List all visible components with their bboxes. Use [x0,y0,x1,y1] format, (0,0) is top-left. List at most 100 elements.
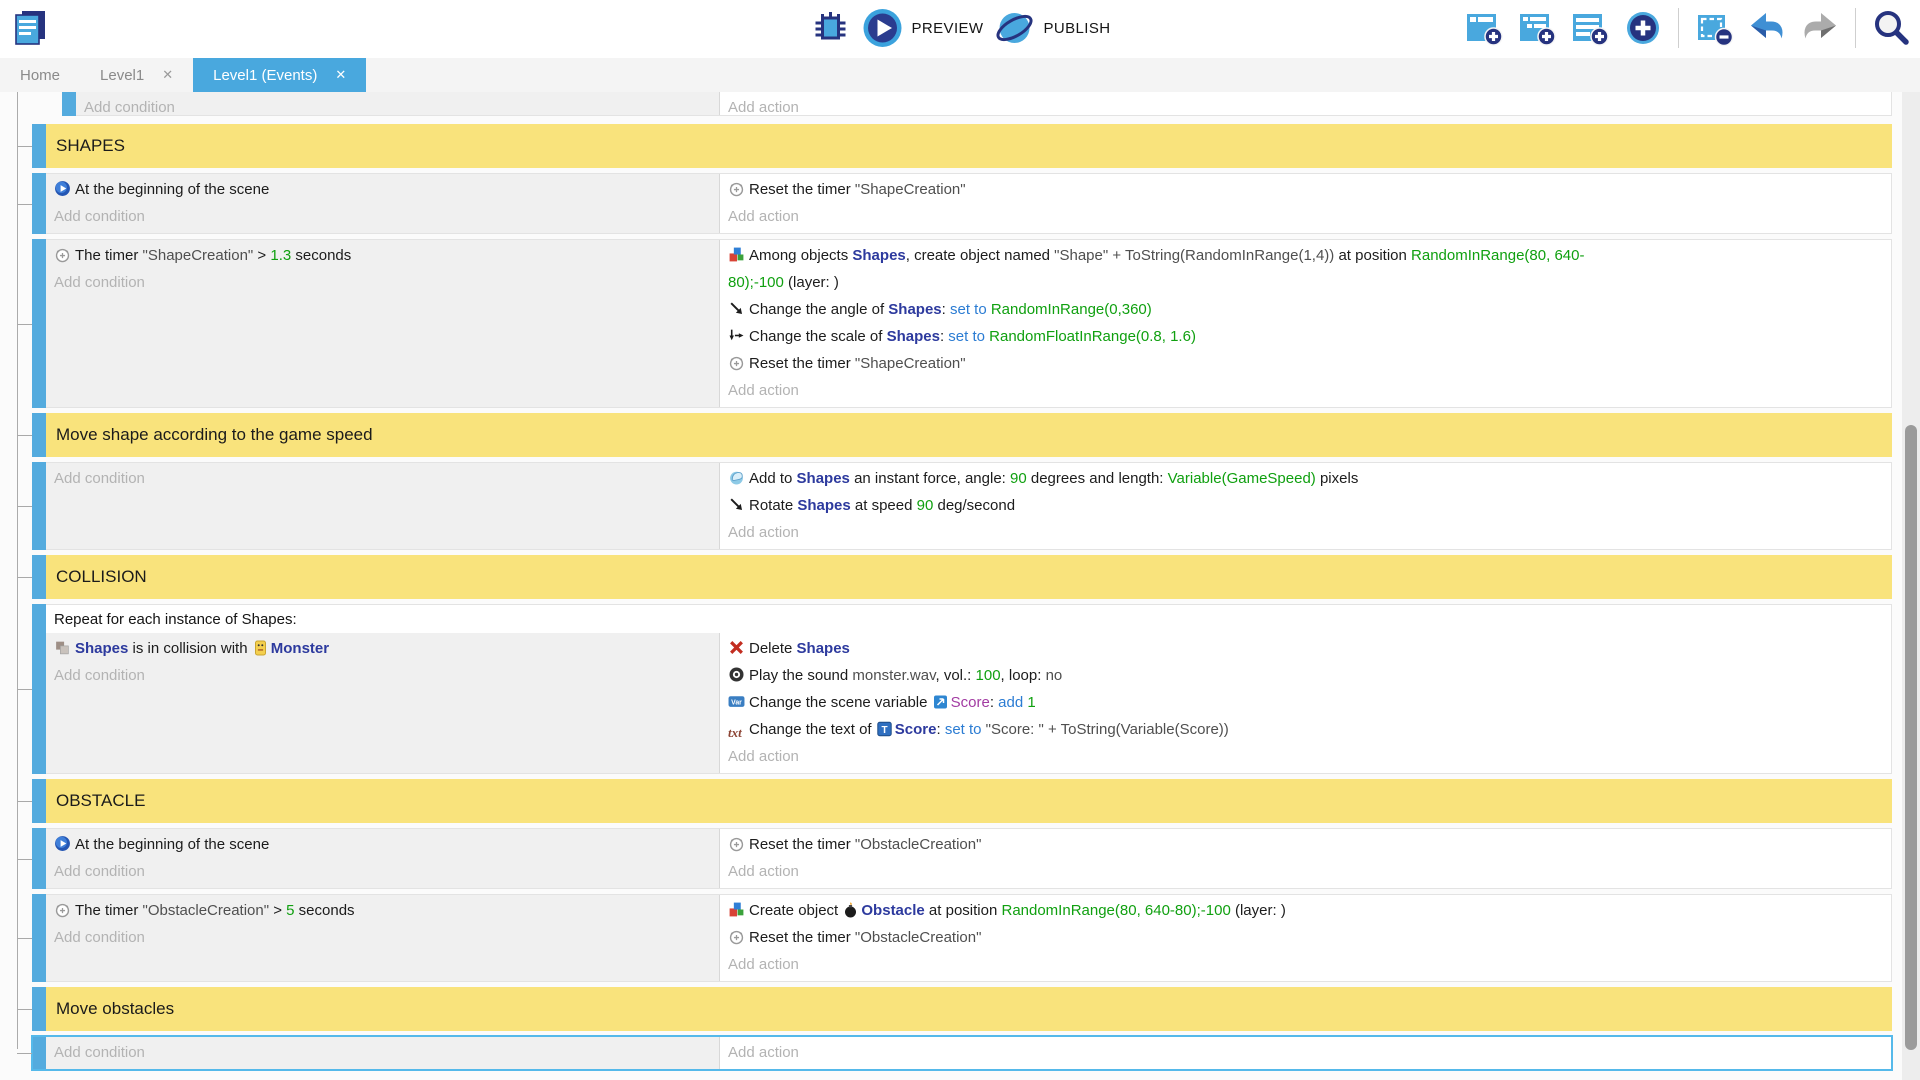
event-group-row: OBSTACLE [32,779,1892,823]
condition-line[interactable]: The timer "ShapeCreation" > 1.3 seconds [54,242,711,269]
action-line[interactable]: Change the angle of Shapes: set to Rando… [728,296,1628,323]
action-line[interactable]: Reset the timer "ObstacleCreation" [728,924,1628,951]
undo-icon[interactable] [1746,7,1788,49]
foreach-header[interactable]: Repeat for each instance of Shapes: [46,605,1891,633]
add-condition-button[interactable]: Add condition [54,203,711,230]
event-left-bar[interactable] [32,173,46,234]
text-segment: (layer: ) [784,274,839,291]
add-action-button[interactable]: Add action [728,519,1883,546]
condition-line[interactable]: The timer "ObstacleCreation" > 5 seconds [54,897,711,924]
add-event-icon[interactable] [1463,7,1505,49]
action-line[interactable]: txtChange the text of TScore: set to "Sc… [728,716,1628,743]
action-line[interactable]: Among objects Shapes, create object name… [728,242,1628,296]
delete-selection-icon[interactable] [1693,7,1735,49]
add-action-button[interactable]: Add action [728,377,1883,404]
group-title[interactable]: OBSTACLE [46,779,1892,823]
add-condition-button[interactable]: Add condition [54,269,711,296]
actions-cell: Add action [720,1037,1891,1069]
action-line[interactable]: Reset the timer "ShapeCreation" [728,350,1628,377]
text-segment: pixels [1316,470,1359,487]
scrollbar-thumb[interactable] [1905,425,1917,1050]
text-segment: no [1046,667,1063,684]
group-title[interactable]: COLLISION [46,555,1892,599]
condition-line[interactable]: At the beginning of the scene [54,176,711,203]
event-left-bar[interactable] [32,828,46,889]
text-segment: 90 [917,497,934,514]
action-line[interactable]: Play the sound monster.wav, vol.: 100, l… [728,662,1628,689]
add-condition-button[interactable]: Add condition [54,662,711,689]
add-condition-button[interactable]: Add condition [54,465,711,492]
event-body: The timer "ShapeCreation" > 1.3 secondsA… [46,239,1892,408]
event-left-bar[interactable] [32,413,46,457]
event-group-row: SHAPES [32,124,1892,168]
timer-icon [728,835,745,852]
timer-icon [54,901,71,918]
event-left-bar[interactable] [32,779,46,823]
action-line[interactable]: Reset the timer "ObstacleCreation" [728,831,1628,858]
project-manager-icon[interactable] [10,7,52,49]
debug-button[interactable] [810,7,852,49]
event-left-bar[interactable] [32,987,46,1031]
event-left-bar[interactable] [32,124,46,168]
text-segment: Obstacle [861,902,924,919]
text-segment: Among objects [749,247,852,264]
add-condition-button[interactable]: Add condition [54,924,711,951]
tab-level1-events-[interactable]: Level1 (Events)✕ [193,58,366,92]
action-line[interactable]: Create object Obstacle at position Rando… [728,897,1628,924]
publish-globe-button[interactable]: PUBLISH [993,7,1110,49]
event-left-bar[interactable] [32,604,46,774]
actions-cell: Among objects Shapes, create object name… [720,240,1891,407]
preview-play-button[interactable]: PREVIEW [862,7,984,49]
add-condition-button[interactable]: Add condition [54,858,711,885]
add-action-button[interactable]: Add action [728,94,1883,116]
action-line[interactable]: Reset the timer "ShapeCreation" [728,176,1628,203]
group-title[interactable]: Move shape according to the game speed [46,413,1892,457]
vertical-scrollbar[interactable] [1902,92,1920,1080]
event-left-bar[interactable] [32,1036,46,1070]
search-icon[interactable] [1870,7,1912,49]
text-segment: "ShapeCreation" [855,355,966,372]
tab-level1[interactable]: Level1✕ [80,58,193,92]
condition-line[interactable]: At the beginning of the scene [54,831,711,858]
action-line[interactable]: Rotate Shapes at speed 90 deg/second [728,492,1628,519]
add-condition-button[interactable]: Add condition [54,1039,711,1066]
action-line[interactable]: Change the scale of Shapes: set to Rando… [728,323,1628,350]
actions-cell: Add action [720,92,1891,116]
event-left-bar[interactable] [32,239,46,408]
actions-cell: Reset the timer "ShapeCreation"Add actio… [720,174,1891,233]
create-object-icon [728,901,745,918]
text-segment: : [936,721,944,738]
event-left-bar[interactable] [32,894,46,982]
add-action-button[interactable]: Add action [728,1039,1883,1066]
add-circle-icon[interactable] [1622,7,1664,49]
debug-icon [810,7,852,49]
event-body: Add condition Add action [46,1036,1892,1070]
text-segment: "ShapeCreation" [143,247,254,264]
text-segment: "ShapeCreation" [855,181,966,198]
close-icon[interactable]: ✕ [335,67,346,83]
text-segment: Score [951,694,990,711]
text-segment: is in collision with [128,640,251,657]
action-line[interactable]: Delete Shapes [728,635,1628,662]
action-line[interactable]: VarChange the scene variable Score: add … [728,689,1628,716]
close-icon[interactable]: ✕ [162,67,173,83]
event-left-bar[interactable] [32,555,46,599]
actions-cell: Add to Shapes an instant force, angle: 9… [720,463,1891,549]
tab-home[interactable]: Home [0,58,80,92]
add-action-button[interactable]: Add action [728,743,1883,770]
event-left-bar[interactable] [62,92,76,116]
text-segment: , loop: [1001,667,1046,684]
add-action-button[interactable]: Add action [728,858,1883,885]
add-action-button[interactable]: Add action [728,951,1883,978]
action-line[interactable]: Add to Shapes an instant force, angle: 9… [728,465,1628,492]
condition-line[interactable]: Shapes is in collision with Monster [54,635,711,662]
add-subevent-icon[interactable] [1516,7,1558,49]
redo-icon[interactable] [1799,7,1841,49]
event-left-bar[interactable] [32,462,46,550]
add-condition-button[interactable]: Add condition [84,94,711,116]
group-title[interactable]: Move obstacles [46,987,1892,1031]
text-segment: Change the scene variable [749,694,932,711]
add-action-button[interactable]: Add action [728,203,1883,230]
add-comment-icon[interactable] [1569,7,1611,49]
group-title[interactable]: SHAPES [46,124,1892,168]
